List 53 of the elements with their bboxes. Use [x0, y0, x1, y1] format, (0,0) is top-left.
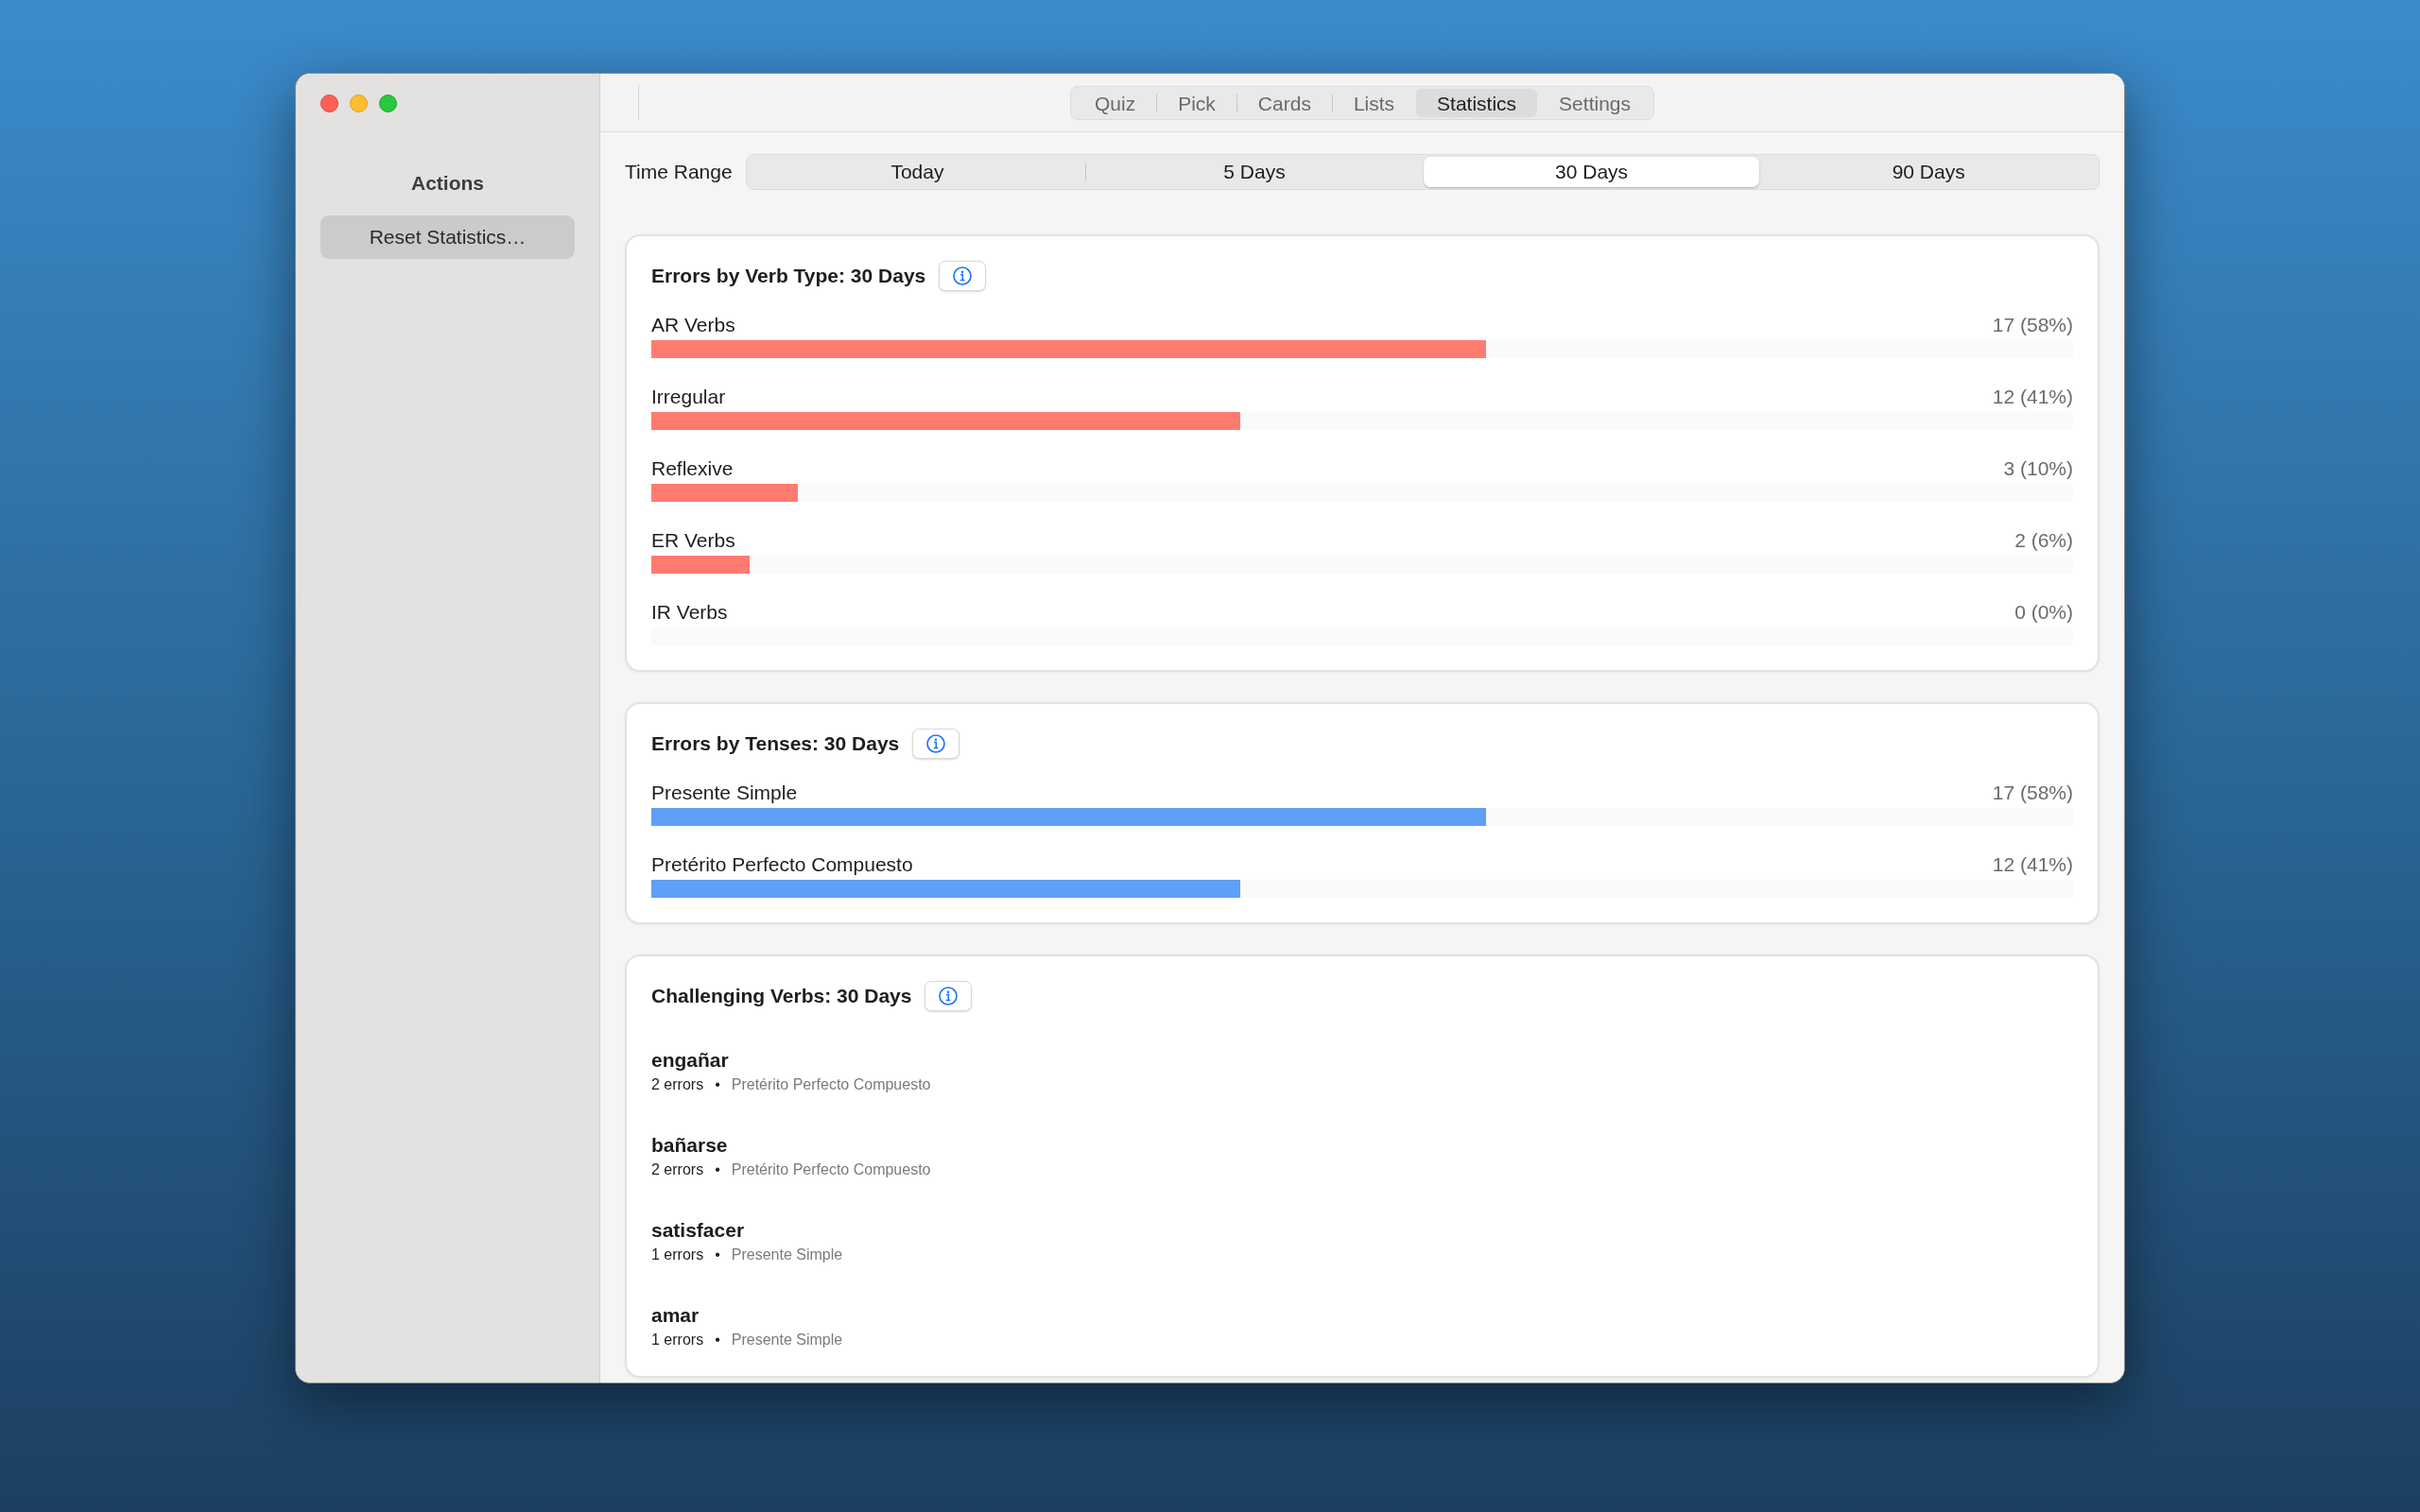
card-title: Errors by Verb Type: 30 Days: [651, 264, 926, 289]
row-value: 17 (58%): [1992, 313, 2073, 338]
verb-name: bañarse: [651, 1133, 729, 1158]
info-icon: [938, 986, 959, 1006]
verb-name: engañar: [651, 1048, 730, 1073]
close-icon[interactable]: [320, 94, 338, 112]
info-button[interactable]: [925, 981, 973, 1011]
row-value: 0 (0%): [2014, 600, 2073, 626]
bullet: •: [715, 1075, 720, 1094]
tab[interactable]: Settings: [1538, 88, 1651, 117]
row-value: 2 (6%): [2014, 528, 2073, 554]
tense-label: Pretérito Perfecto Compuesto: [731, 1160, 931, 1179]
error-count: 1 errors: [651, 1331, 704, 1349]
info-icon: [952, 266, 974, 286]
row-value: 17 (58%): [1992, 781, 2073, 806]
info-button[interactable]: [912, 729, 960, 759]
tense-label: Presente Simple: [731, 1331, 843, 1349]
reset-statistics-button[interactable]: Reset Statistics…: [320, 215, 575, 259]
time-range-option[interactable]: 30 Days: [1423, 157, 1760, 187]
tab[interactable]: Lists: [1332, 88, 1416, 117]
tense-label: Pretérito Perfecto Compuesto: [731, 1075, 931, 1094]
card-title: Errors by Tenses: 30 Days: [651, 731, 900, 757]
row-label: ER Verbs: [651, 528, 735, 554]
row-value: 3 (10%): [2003, 456, 2073, 482]
tab[interactable]: Cards: [1236, 88, 1332, 117]
info-button[interactable]: [939, 261, 987, 291]
time-range-option[interactable]: Today: [749, 157, 1086, 187]
tab[interactable]: Pick: [1157, 88, 1236, 117]
tab[interactable]: Quiz: [1074, 88, 1157, 117]
row-label: IR Verbs: [651, 600, 728, 626]
row-label: Presente Simple: [651, 781, 798, 806]
info-icon: [925, 733, 947, 754]
time-range-label: Time Range: [625, 160, 733, 185]
card-title: Challenging Verbs: 30 Days: [651, 984, 912, 1009]
row-label: AR Verbs: [651, 313, 735, 338]
row-label: Pretérito Perfecto Compuesto: [651, 852, 913, 878]
error-count: 1 errors: [651, 1246, 704, 1264]
row-label: Irregular: [651, 385, 726, 410]
sidebar-heading: Actions: [410, 171, 485, 196]
time-range-option[interactable]: 5 Days: [1086, 157, 1423, 187]
row-value: 12 (41%): [1992, 852, 2073, 878]
verb-name: amar: [651, 1303, 700, 1328]
error-count: 2 errors: [651, 1075, 704, 1094]
verb-name: satisfacer: [651, 1218, 746, 1243]
error-count: 2 errors: [651, 1160, 704, 1179]
row-value: 12 (41%): [1992, 385, 2073, 410]
bullet: •: [715, 1331, 720, 1349]
tense-label: Presente Simple: [731, 1246, 843, 1264]
tab[interactable]: Statistics: [1416, 88, 1538, 117]
bullet: •: [715, 1246, 720, 1264]
time-range-option[interactable]: 90 Days: [1760, 157, 2097, 187]
row-label: Reflexive: [651, 456, 734, 482]
bullet: •: [715, 1160, 720, 1179]
